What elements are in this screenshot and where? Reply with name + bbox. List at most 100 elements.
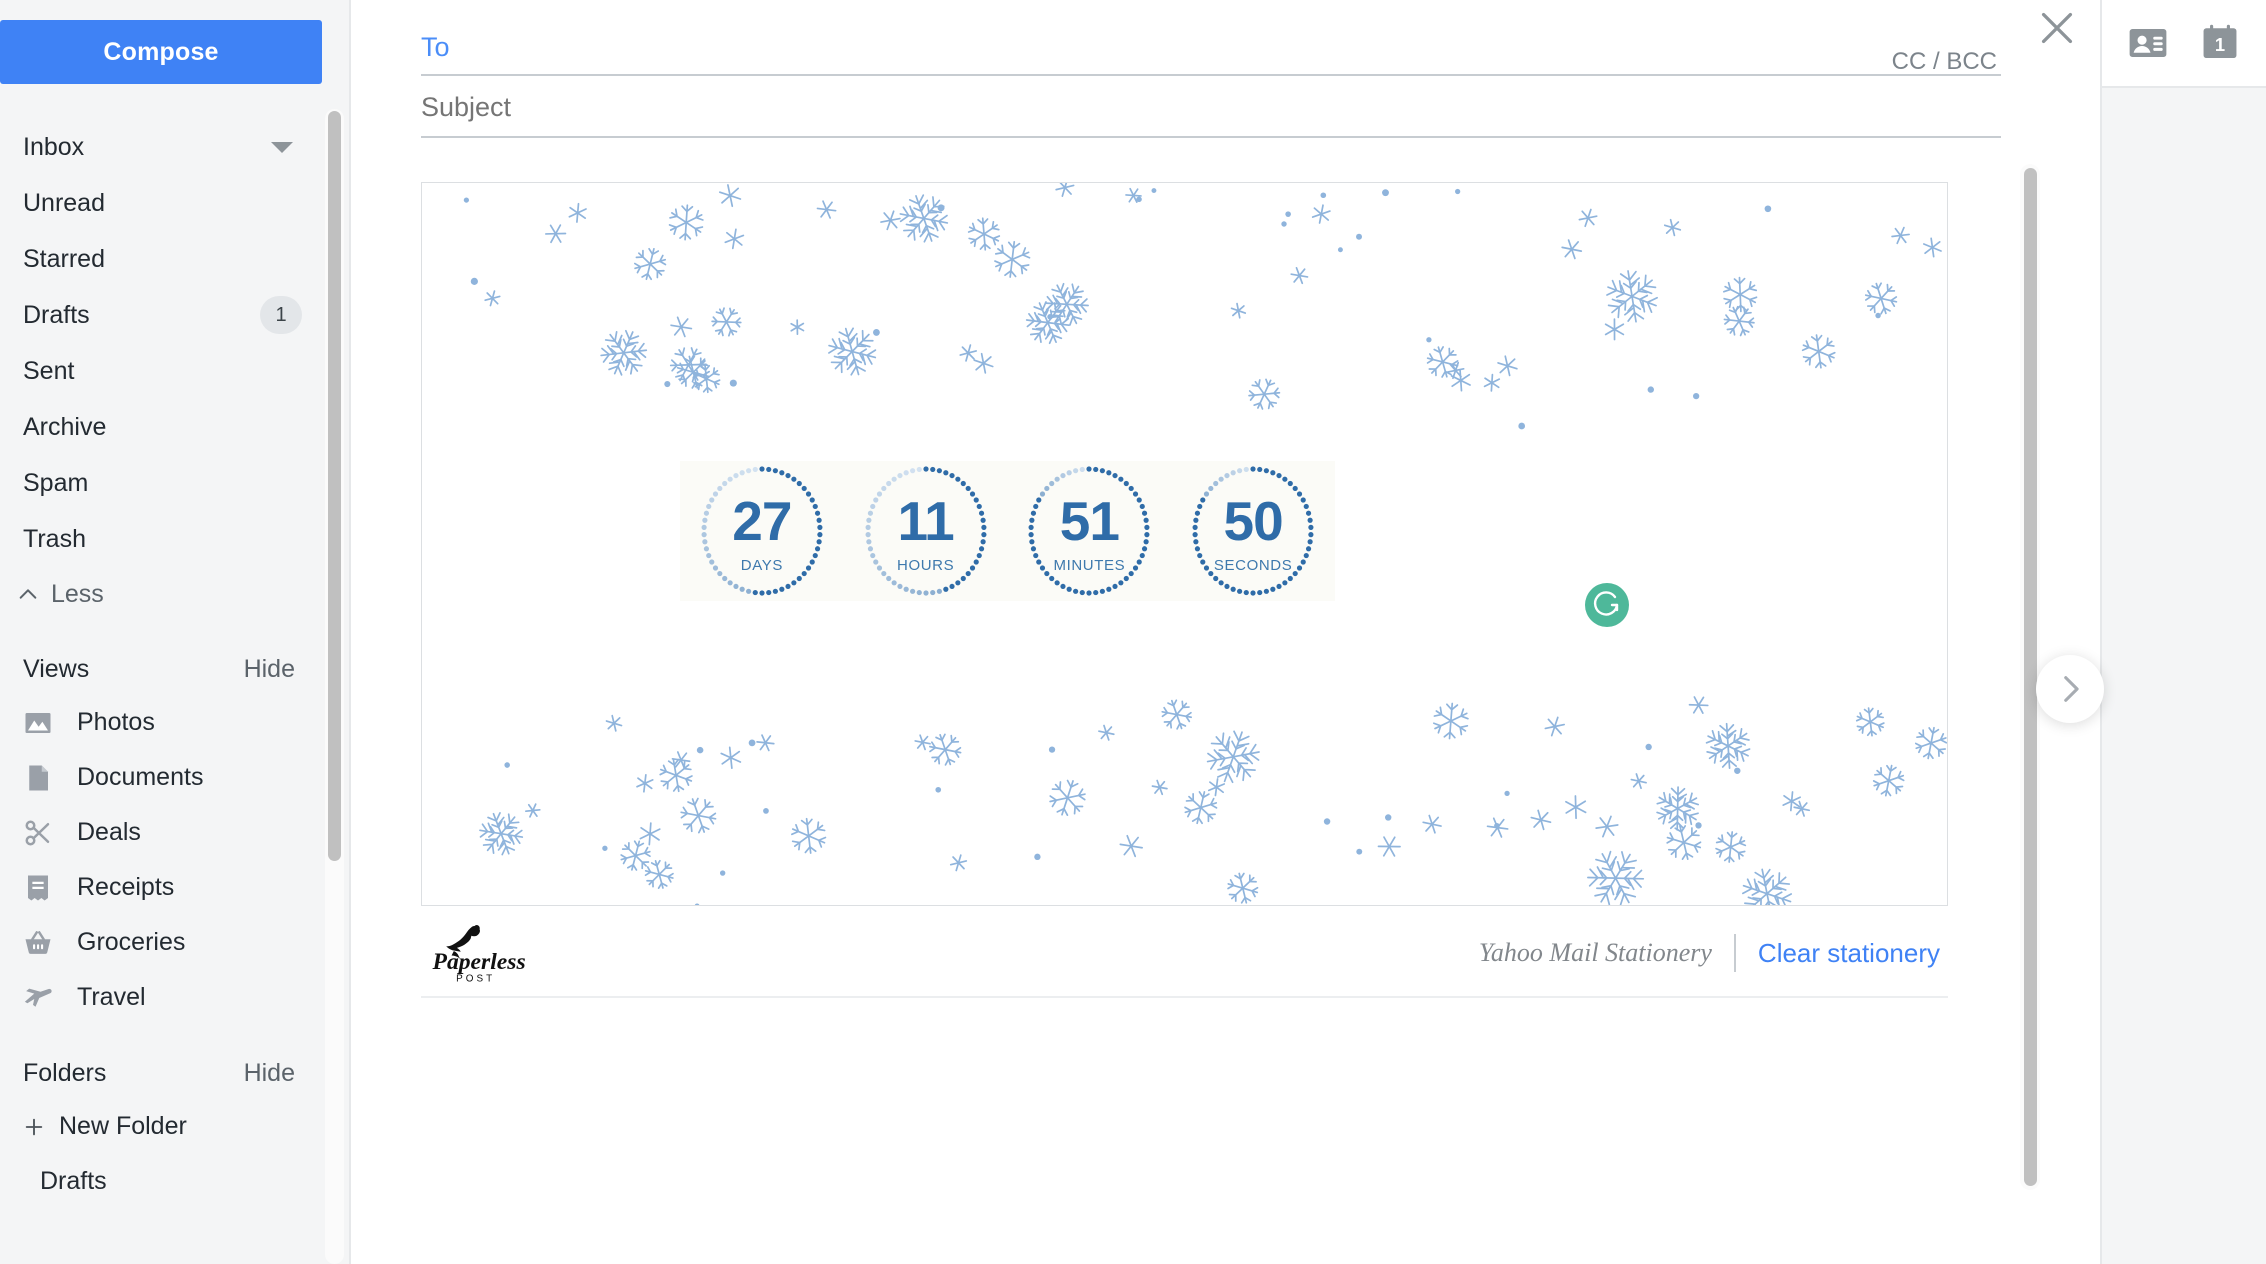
sidebar-scrollbar-thumb[interactable] — [328, 111, 341, 861]
stationery-canvas: 27 DAYS 11 HOURS 51 MINUTES 50 SECONDS — [421, 182, 1948, 906]
countdown-unit-inner: 51 MINUTES — [1053, 488, 1126, 575]
sidebar-item-archive[interactable]: Archive — [0, 399, 322, 455]
plus-icon — [25, 1118, 43, 1135]
countdown-timer: 27 DAYS 11 HOURS 51 MINUTES 50 SECONDS — [680, 461, 1335, 601]
sidebar-item-unread[interactable]: Unread — [0, 175, 322, 231]
countdown-value: 11 — [897, 490, 955, 552]
sidebar-item-spam[interactable]: Spam — [0, 455, 322, 511]
contacts-icon[interactable] — [2127, 22, 2169, 64]
sidebar-item-receipts[interactable]: Receipts — [0, 860, 322, 915]
right-rail: 1 — [2100, 0, 2266, 1264]
sidebar-item-label: Spam — [23, 468, 89, 497]
sidebar-item-label: Photos — [77, 708, 155, 736]
compose-button[interactable]: Compose — [0, 20, 322, 84]
sidebar-item-deals[interactable]: Deals — [0, 805, 322, 860]
countdown-unit-inner: 50 SECONDS — [1213, 488, 1293, 575]
scissors-icon — [25, 820, 50, 845]
paperless-wordmark: Paperless — [432, 949, 526, 975]
compose-body-scrollbar-thumb[interactable] — [2024, 168, 2037, 1186]
folder-item-drafts[interactable]: Drafts — [0, 1154, 322, 1209]
basket-icon — [25, 930, 51, 954]
close-icon[interactable] — [2034, 5, 2080, 51]
mail-app-window: Compose Inbox Unread Starred Drafts 1 Se… — [0, 0, 2266, 1264]
sidebar-item-inbox[interactable]: Inbox — [0, 119, 322, 175]
sidebar-item-label: Starred — [23, 244, 105, 273]
compose-to-row: CC / BCC — [421, 18, 2001, 76]
sidebar-scrollbar-track[interactable] — [325, 109, 344, 1264]
countdown-label: DAYS — [740, 557, 783, 574]
compose-subject-row — [421, 78, 2001, 138]
sidebar-item-label: Unread — [23, 188, 105, 217]
chevron-down-icon[interactable] — [271, 141, 293, 153]
airplane-icon — [24, 988, 52, 1007]
sidebar-item-label: Deals — [77, 818, 141, 846]
countdown-unit-days: 27 DAYS — [680, 461, 844, 601]
right-rail-toolbar: 1 — [2102, 0, 2266, 88]
sidebar-item-label: Travel — [77, 983, 146, 1011]
drafts-count-badge: 1 — [260, 296, 302, 334]
sidebar-item-travel[interactable]: Travel — [0, 970, 322, 1025]
countdown-unit-seconds: 50 SECONDS — [1171, 461, 1335, 601]
calendar-icon[interactable]: 1 — [2199, 22, 2241, 64]
grammarly-icon[interactable] — [1585, 583, 1629, 627]
compose-pane: CC / BCC 27 DAYS — [351, 0, 2266, 1264]
stationery-name: Yahoo Mail Stationery — [1478, 938, 1712, 967]
grammarly-glyph — [1593, 591, 1619, 616]
cc-bcc-button[interactable]: CC / BCC — [1892, 48, 1997, 76]
sidebar-item-label: Sent — [23, 356, 75, 385]
photo-icon — [25, 712, 51, 733]
sidebar-item-label: Inbox — [23, 132, 85, 161]
sidebar-less-toggle[interactable]: Less — [0, 567, 322, 621]
post-wordmark: POST — [456, 973, 495, 984]
receipt-icon — [28, 875, 48, 900]
countdown-label: SECONDS — [1213, 557, 1293, 574]
stationery-footer-actions: Yahoo Mail Stationery Clear stationery — [1479, 934, 1940, 972]
sidebar-item-trash[interactable]: Trash — [0, 511, 322, 567]
countdown-value: 51 — [1059, 490, 1120, 552]
document-icon — [29, 765, 48, 790]
stationery-footer: Paperless POST Yahoo Mail Stationery Cle… — [421, 920, 1948, 998]
sidebar-item-documents[interactable]: Documents — [0, 750, 322, 805]
clear-stationery-button[interactable]: Clear stationery — [1758, 938, 1940, 969]
countdown-label: HOURS — [897, 557, 955, 574]
new-folder-label: New Folder — [59, 1112, 187, 1140]
countdown-label: MINUTES — [1053, 557, 1126, 574]
chevron-up-icon — [19, 589, 37, 599]
sidebar-folder-nav: Inbox Unread Starred Drafts 1 Sent Archi… — [0, 119, 322, 1209]
chevron-right-icon — [2064, 676, 2079, 702]
calendar-day-number: 1 — [2215, 34, 2225, 55]
sidebar-item-label: Groceries — [77, 928, 186, 956]
countdown-unit-inner: 11 HOURS — [897, 488, 955, 575]
countdown-value: 50 — [1223, 490, 1284, 552]
footer-divider — [1733, 934, 1736, 972]
folder-item-label: Drafts — [40, 1167, 107, 1195]
sidebar-item-label: Drafts — [23, 300, 90, 329]
countdown-unit-inner: 27 DAYS — [732, 488, 792, 575]
folders-hide-button[interactable]: Hide — [244, 1059, 295, 1088]
views-hide-button[interactable]: Hide — [244, 655, 295, 684]
views-title: Views — [23, 654, 90, 683]
sidebar-item-sent[interactable]: Sent — [0, 343, 322, 399]
new-folder-button[interactable]: New Folder — [0, 1099, 322, 1154]
next-panel-button[interactable] — [2036, 655, 2104, 723]
countdown-value: 27 — [732, 490, 792, 552]
folders-title: Folders — [23, 1058, 107, 1087]
countdown-unit-minutes: 51 MINUTES — [1008, 461, 1172, 601]
sidebar-item-drafts[interactable]: Drafts 1 — [0, 287, 322, 343]
sidebar-item-label: Archive — [23, 412, 107, 441]
sidebar-item-label: Receipts — [77, 873, 175, 901]
to-input[interactable] — [421, 32, 1621, 63]
views-section-header: Views Hide — [0, 643, 322, 695]
sidebar-item-label: Documents — [77, 763, 204, 791]
sidebar-item-starred[interactable]: Starred — [0, 231, 322, 287]
subject-input[interactable] — [421, 92, 1621, 123]
sidebar-item-groceries[interactable]: Groceries — [0, 915, 322, 970]
folders-section-header: Folders Hide — [0, 1047, 322, 1099]
sidebar-item-label: Trash — [23, 524, 86, 553]
sidebar: Compose Inbox Unread Starred Drafts 1 Se… — [0, 0, 351, 1264]
sidebar-item-photos[interactable]: Photos — [0, 695, 322, 750]
compose-body[interactable]: 27 DAYS 11 HOURS 51 MINUTES 50 SECONDS P… — [421, 160, 2016, 1190]
sidebar-less-label: Less — [51, 579, 104, 608]
paperless-post-logo: Paperless POST — [432, 925, 526, 984]
countdown-unit-hours: 11 HOURS — [844, 461, 1008, 601]
